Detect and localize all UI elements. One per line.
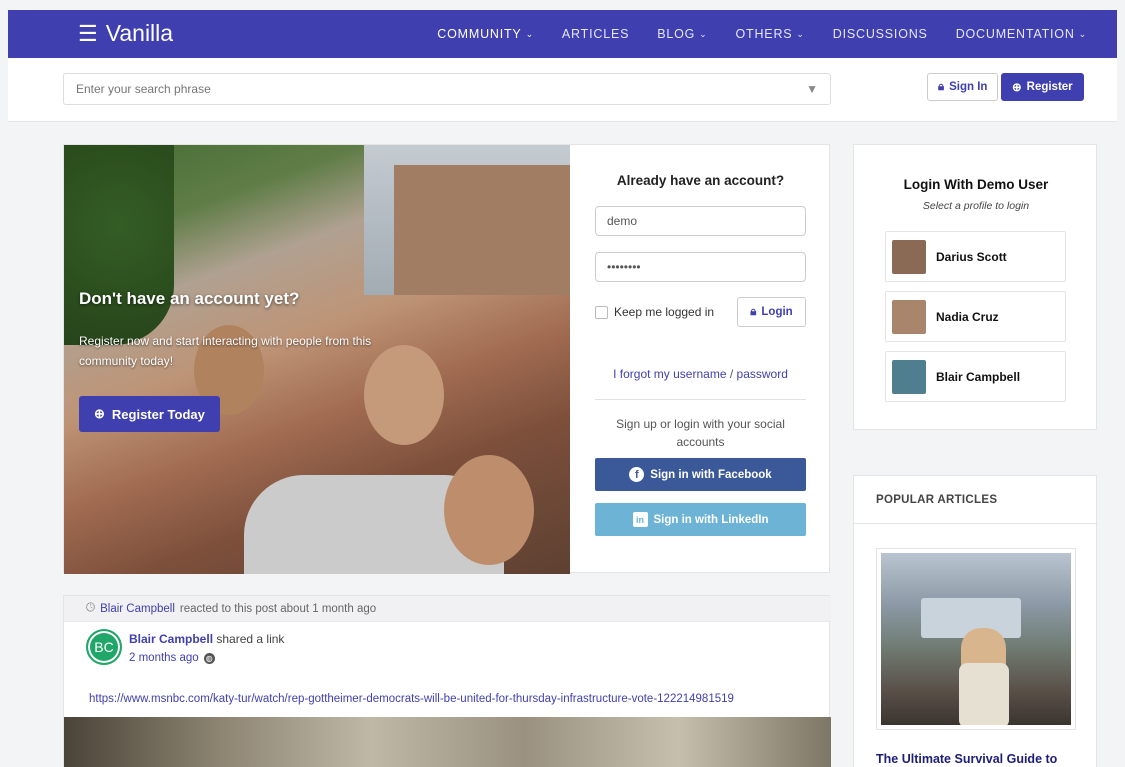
demo-user-name: Blair Campbell [936, 369, 1021, 384]
nav-community[interactable]: COMMUNITY ⌄ [437, 27, 534, 41]
login-button[interactable]: 🔒︎ Login [737, 297, 806, 327]
feed-author-line: Blair Campbell shared a link [129, 632, 284, 646]
hero-text: Register now and start interacting with … [79, 334, 372, 368]
chevron-down-icon: ⌄ [525, 28, 534, 39]
demo-user-darius[interactable]: Darius Scott [885, 231, 1066, 282]
login-title: Already have an account? [616, 173, 785, 188]
nav-blog[interactable]: BLOG ⌄ [657, 27, 707, 41]
author-link[interactable]: Blair Campbell [129, 632, 213, 646]
lock-icon: 🔒︎ [750, 305, 757, 318]
shared-link-url[interactable]: https://www.msnbc.com/katy-tur/watch/rep… [89, 693, 734, 705]
feed-reaction-header: 🕓︎ Blair Campbell reacted to this post a… [64, 596, 831, 622]
register-label: Register [1026, 81, 1073, 93]
clock-icon: 🕓︎ [86, 602, 96, 614]
demo-user-nadia[interactable]: Nadia Cruz [885, 291, 1066, 342]
demo-user-blair[interactable]: Blair Campbell [885, 351, 1066, 402]
popular-articles-heading: POPULAR ARTICLES [876, 494, 998, 506]
nav-discussions-label[interactable]: DISCUSSIONS [833, 27, 928, 41]
demo-title: Login With Demo User [903, 177, 1049, 192]
nav-discussions[interactable]: DISCUSSIONS [833, 27, 928, 41]
sign-in-label: Sign In [949, 81, 988, 93]
chevron-down-icon: ⌄ [796, 28, 805, 39]
nav-blog-label[interactable]: BLOG [657, 27, 695, 41]
forgot-links: I forgot my username / password [570, 367, 831, 381]
login-panel: Already have an account? demo •••••••• K… [570, 145, 831, 574]
divider [595, 399, 806, 400]
demo-subtitle: Select a profile to login [922, 200, 1030, 212]
feed-action: shared a link [216, 632, 285, 646]
nav-others[interactable]: OTHERS ⌄ [736, 27, 805, 41]
lock-icon: 🔒︎ [938, 80, 945, 93]
filter-icon[interactable]: ▼ [806, 82, 818, 96]
demo-user-name: Nadia Cruz [936, 309, 999, 324]
login-button-label: Login [761, 306, 793, 318]
menu-icon[interactable]: ☰ [78, 21, 98, 47]
avatar [892, 299, 926, 334]
popular-articles-panel: POPULAR ARTICLES The Ultimate Survival G… [853, 475, 1098, 767]
nav-documentation[interactable]: DOCUMENTATION ⌄ [956, 27, 1087, 41]
globe-icon: ◍ [203, 652, 215, 664]
linkedin-icon: in [632, 512, 648, 527]
facebook-icon: f [629, 467, 645, 482]
facebook-signin-button[interactable]: f Sign in with Facebook [595, 458, 806, 491]
forgot-separator: / [729, 367, 734, 381]
nav-documentation-label[interactable]: DOCUMENTATION [956, 27, 1075, 41]
avatar [892, 359, 926, 394]
divider [854, 523, 1098, 524]
social-text: Sign up or login with your social accoun… [616, 417, 785, 449]
feed-time: 2 months ago ◍ [129, 652, 215, 664]
nav-community-label[interactable]: COMMUNITY [437, 27, 521, 41]
avatar [892, 239, 926, 274]
sign-in-button[interactable]: 🔒︎ Sign In [927, 73, 999, 101]
keep-logged-in[interactable]: Keep me logged in [595, 305, 714, 319]
main-nav: COMMUNITY ⌄ ARTICLES BLOG ⌄ OTHERS ⌄ DIS… [437, 10, 1087, 58]
linkedin-signin-label: Sign in with LinkedIn [653, 513, 769, 526]
popular-article-title[interactable]: The Ultimate Survival Guide to [876, 752, 1057, 766]
forgot-password-link[interactable]: password [737, 367, 788, 381]
nav-others-label[interactable]: OTHERS [736, 27, 793, 41]
chevron-down-icon: ⌄ [699, 28, 708, 39]
facebook-signin-label: Sign in with Facebook [650, 468, 772, 481]
shared-link-image[interactable] [64, 717, 831, 767]
globe-icon: ⊕ [94, 406, 105, 421]
keep-logged-in-label: Keep me logged in [614, 305, 715, 319]
linkedin-signin-button[interactable]: in Sign in with LinkedIn [595, 503, 806, 536]
hero-card: Don't have an account yet? Register now … [63, 144, 831, 574]
password-field[interactable]: •••••••• [595, 252, 806, 282]
register-button[interactable]: ⊕ Register [1001, 73, 1084, 101]
avatar[interactable]: BC [86, 629, 122, 665]
activity-feed-item: 🕓︎ Blair Campbell reacted to this post a… [63, 595, 831, 767]
keep-logged-in-checkbox[interactable] [595, 305, 608, 319]
brand-name[interactable]: Vanilla [106, 20, 173, 47]
username-field[interactable]: demo [595, 206, 806, 236]
forgot-username-link[interactable]: I forgot my username [613, 367, 726, 381]
top-navbar: ☰ Vanilla COMMUNITY ⌄ ARTICLES BLOG ⌄ OT… [8, 10, 1117, 58]
nav-articles[interactable]: ARTICLES [562, 27, 629, 41]
hero-photo: Don't have an account yet? Register now … [64, 145, 570, 574]
demo-user-name: Darius Scott [936, 249, 1007, 264]
search-box[interactable]: ▼ [63, 73, 831, 105]
globe-icon: ⊕ [1012, 82, 1022, 94]
hero-title: Don't have an account yet? [79, 289, 300, 308]
register-today-label: Register Today [111, 406, 205, 422]
chevron-down-icon: ⌄ [1078, 28, 1087, 39]
register-today-button[interactable]: ⊕ Register Today [79, 396, 220, 432]
popular-article-image[interactable] [876, 548, 1076, 730]
reacted-text: reacted to this post about 1 month ago [179, 602, 377, 615]
demo-user-panel: Login With Demo User Select a profile to… [853, 144, 1097, 430]
nav-articles-label[interactable]: ARTICLES [562, 27, 629, 41]
brand[interactable]: ☰ Vanilla [78, 20, 173, 47]
post-time-link[interactable]: 2 months ago [129, 652, 199, 664]
reacted-user-link[interactable]: Blair Campbell [100, 603, 175, 615]
search-input[interactable] [76, 82, 807, 96]
search-bar-area: ▼ 🔒︎ Sign In ⊕ Register [8, 58, 1117, 122]
